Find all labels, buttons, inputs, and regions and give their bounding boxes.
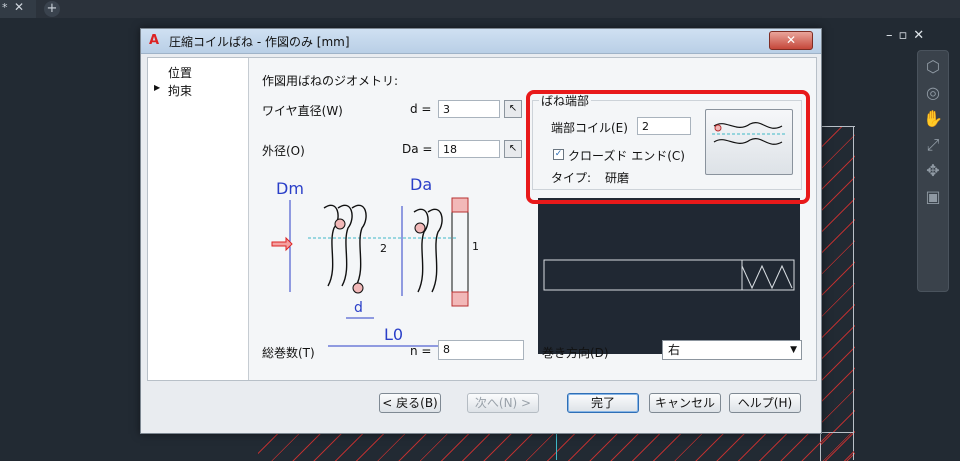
d-label: d [354, 300, 363, 316]
chevron-down-icon: ▼ [790, 345, 797, 355]
wire-section-left [334, 218, 346, 230]
outer-diameter-label: 外径(O) [262, 144, 305, 158]
end-plate-hatch-top [451, 197, 469, 213]
outer-diameter-input[interactable]: 18 [438, 140, 500, 158]
highlight-box [526, 90, 810, 204]
direction-label: 巻き方向(D) [542, 346, 609, 360]
turns-symbol: n = [410, 344, 432, 358]
compression-spring-dialog: A 圧縮コイルばね - 作図のみ [mm] ✕ 位置 ▶ 拘束 作図用ばねのジオ… [140, 28, 822, 434]
spring-preview-panel [538, 198, 800, 354]
position-2-label: 2 [380, 242, 387, 255]
close-tab-icon[interactable]: ✕ [14, 0, 24, 14]
finish-button[interactable]: 完了 [567, 393, 639, 413]
wire-diameter-label: ワイヤ直径(W) [262, 104, 343, 118]
new-tab-button[interactable]: + [44, 1, 60, 17]
zoom-icon[interactable]: ⤢ [923, 135, 943, 155]
showmotion-icon[interactable]: ▣ [923, 187, 943, 207]
pan-hand-icon[interactable]: ✋ [923, 109, 943, 129]
unsaved-marker: * [2, 1, 8, 14]
hatch-edge [853, 126, 854, 460]
cube-icon[interactable]: ⬡ [923, 57, 943, 77]
selected-marker-icon: ▶ [154, 83, 161, 92]
autocad-logo-icon: A [149, 33, 160, 48]
total-turns-input[interactable]: 8 [438, 340, 524, 360]
force-arrow-icon [271, 236, 293, 252]
nav-item-position[interactable]: 位置 [168, 64, 192, 81]
orbit-icon[interactable]: ✥ [923, 161, 943, 181]
wire-section-bottom [352, 282, 364, 294]
position-1-label: 1 [472, 240, 479, 253]
dialog-close-button[interactable]: ✕ [769, 31, 813, 50]
nav-item-constraint[interactable]: 拘束 [168, 82, 192, 99]
document-tab-bar: * ✕ + [0, 0, 960, 18]
spring-coil-left [323, 204, 339, 287]
outer-symbol: Da = [402, 142, 433, 156]
help-button[interactable]: ヘルプ(H) [729, 393, 801, 413]
da-label: Da [410, 175, 432, 194]
end-plate-hatch-bottom [451, 291, 469, 307]
spring-coil-2 [337, 204, 353, 287]
spring-coil-right-2 [427, 208, 443, 293]
viewport-controls[interactable]: –▫✕ [886, 28, 930, 43]
pick-outer-icon[interactable]: ↖ [504, 140, 522, 158]
navigation-bar: ⬡ ◎ ✋ ⤢ ✥ ▣ [917, 50, 949, 292]
dm-label: Dm [276, 179, 304, 198]
spring-coil-right-1 [413, 208, 429, 293]
direction-value: 右 [668, 343, 681, 357]
end-plate [451, 197, 469, 307]
dialog-content: 位置 ▶ 拘束 作図用ばねのジオメトリ: ワイヤ直径(W) d = 3 ↖ 外径… [147, 57, 817, 381]
dialog-titlebar[interactable]: A 圧縮コイルばね - 作図のみ [mm] ✕ [141, 29, 821, 54]
hatch-area-right [820, 126, 855, 461]
wire-diameter-input[interactable]: 3 [438, 100, 500, 118]
cancel-button[interactable]: キャンセル [649, 393, 721, 413]
direction-select[interactable]: 右 ▼ [662, 340, 802, 360]
wire-section-right [414, 222, 426, 234]
document-tab[interactable]: * ✕ [0, 0, 36, 18]
dialog-nav-list: 位置 ▶ 拘束 [148, 58, 249, 380]
center-line [556, 432, 557, 460]
steering-wheel-icon[interactable]: ◎ [923, 83, 943, 103]
back-button[interactable]: < 戻る(B) [379, 393, 441, 413]
pick-wire-icon[interactable]: ↖ [504, 100, 522, 118]
l0-label: L0 [384, 325, 403, 344]
total-turns-label: 総巻数(T) [262, 346, 315, 360]
spring-coil-3 [351, 204, 367, 287]
spring-side-view [543, 259, 795, 291]
wire-symbol: d = [410, 102, 432, 116]
next-button[interactable]: 次へ(N) > [467, 393, 539, 413]
geometry-title: 作図用ばねのジオメトリ: [262, 74, 399, 88]
spring-diagram: Dm Da d L0 2 1 [271, 175, 479, 347]
dialog-title: 圧縮コイルばね - 作図のみ [mm] [169, 35, 350, 49]
